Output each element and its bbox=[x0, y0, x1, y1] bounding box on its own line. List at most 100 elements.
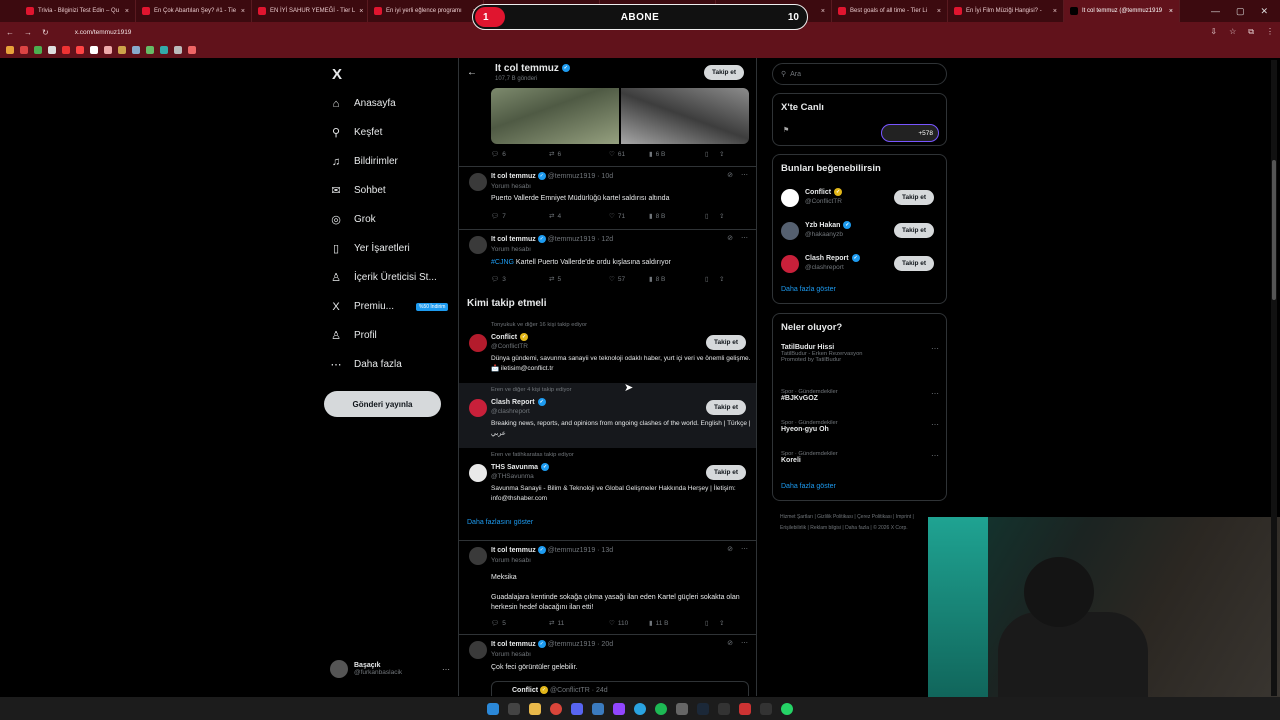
share-icon[interactable]: ⇪ bbox=[719, 212, 724, 220]
bookmark-icon[interactable] bbox=[6, 46, 14, 54]
menu-icon[interactable]: ⋮ bbox=[1266, 27, 1274, 37]
forward-icon[interactable]: → bbox=[24, 28, 32, 37]
footer-link[interactable]: Reklam bilgisi bbox=[810, 525, 841, 531]
show-more-link[interactable]: Daha fazla göster bbox=[781, 483, 836, 490]
close-window-icon[interactable]: ✕ bbox=[1260, 6, 1268, 17]
show-more-link[interactable]: Daha fazla göster bbox=[781, 286, 836, 293]
close-tab-icon[interactable]: × bbox=[359, 8, 363, 15]
folder-icon[interactable] bbox=[529, 702, 541, 715]
browser-tab[interactable]: Trivia - Bilginizi Test Edin – Qu × bbox=[20, 0, 136, 22]
retweet-button[interactable]: ⇄ 5 bbox=[549, 275, 609, 284]
obs-icon[interactable] bbox=[718, 702, 730, 715]
more-icon[interactable]: ⋯ bbox=[442, 665, 450, 674]
live-avatars[interactable]: +578 bbox=[881, 124, 939, 142]
more-icon[interactable]: ⋯ bbox=[741, 171, 748, 179]
sidebar-item-x-logo[interactable]: X Premiu... %50 İndirim bbox=[324, 292, 452, 321]
bookmark-icon[interactable]: ▯ bbox=[705, 150, 719, 158]
tweet[interactable]: It col temmuz ✓ @temmuz1919 · 13d ⊘ ⋯ Yor… bbox=[459, 540, 756, 634]
x-logo-icon[interactable]: X bbox=[332, 66, 342, 83]
bookmark-icon[interactable]: ▯ bbox=[705, 275, 719, 283]
grok-icon[interactable]: ⊘ bbox=[727, 545, 733, 553]
bookmark-icon[interactable]: ▯ bbox=[705, 212, 719, 220]
close-tab-icon[interactable]: × bbox=[821, 8, 825, 15]
windows-icon[interactable] bbox=[487, 702, 499, 715]
follow-button[interactable]: Takip et bbox=[704, 65, 745, 80]
download-icon[interactable]: ⇩ bbox=[1210, 27, 1217, 37]
retweet-button[interactable]: ⇄ 6 bbox=[549, 150, 609, 159]
star-icon[interactable]: ☆ bbox=[1229, 27, 1236, 37]
browser-tab[interactable]: En iyi yerli eğlence programı× bbox=[368, 0, 484, 22]
sidebar-item-more[interactable]: ⋯ Daha fazla bbox=[324, 350, 452, 379]
close-tab-icon[interactable]: × bbox=[937, 8, 941, 15]
live-card[interactable]: X'te Canlı ⚑ +578 bbox=[772, 93, 947, 146]
footer-link[interactable]: Daha fazla bbox=[845, 525, 869, 531]
follow-button[interactable]: Takip et bbox=[894, 256, 935, 271]
spotify-icon[interactable] bbox=[655, 702, 667, 715]
like-button[interactable]: ♡ 57 bbox=[609, 275, 649, 284]
media-image[interactable] bbox=[621, 88, 749, 144]
post-button[interactable]: Gönderi yayınla bbox=[324, 391, 441, 417]
follow-button[interactable]: Takip et bbox=[894, 190, 935, 205]
bookmark-icon[interactable] bbox=[104, 46, 112, 54]
footer-link[interactable]: Çerez Politikası bbox=[857, 514, 892, 520]
footer-link[interactable]: Imprint bbox=[896, 514, 911, 520]
more-icon[interactable]: ⋯ bbox=[931, 344, 939, 353]
bookmark-icon[interactable] bbox=[188, 46, 196, 54]
telegram-icon[interactable] bbox=[634, 702, 646, 715]
maximize-icon[interactable]: ▢ bbox=[1236, 6, 1245, 17]
app-icon[interactable] bbox=[676, 702, 688, 715]
like-button[interactable]: ♡ 110 bbox=[609, 619, 649, 628]
browser-tab[interactable]: It col temmuz (@temmuz1919 × bbox=[1064, 0, 1180, 22]
sidebar-item-profile[interactable]: ♙ Profil bbox=[324, 321, 452, 350]
discord-icon[interactable] bbox=[571, 702, 583, 715]
grok-icon[interactable]: ⊘ bbox=[727, 639, 733, 647]
share-icon[interactable]: ⇪ bbox=[719, 150, 724, 158]
close-tab-icon[interactable]: × bbox=[241, 8, 245, 15]
more-icon[interactable]: ⋯ bbox=[931, 420, 939, 429]
bookmark-icon[interactable] bbox=[90, 46, 98, 54]
share-icon[interactable]: ⇪ bbox=[719, 275, 724, 283]
minimize-icon[interactable]: — bbox=[1211, 6, 1220, 17]
bookmark-icon[interactable] bbox=[48, 46, 56, 54]
more-icon[interactable]: ⋯ bbox=[931, 389, 939, 398]
tweet-menu[interactable]: ⊘ ⋯ bbox=[727, 639, 748, 647]
follow-button[interactable]: Takip et bbox=[706, 465, 747, 480]
trend-item[interactable]: Spor · Gündemdekiler #BJKvGOZ ⋯ bbox=[781, 389, 941, 402]
tweet-media[interactable] bbox=[491, 88, 749, 144]
browser-tab[interactable]: En Çok Abartılan Şey? #1 - Tie × bbox=[136, 0, 252, 22]
like-button[interactable]: ♡ 61 bbox=[609, 150, 649, 159]
bookmark-icon[interactable] bbox=[76, 46, 84, 54]
app-icon[interactable] bbox=[760, 702, 772, 715]
tweet-menu[interactable]: ⊘ ⋯ bbox=[727, 545, 748, 553]
footer-link[interactable]: Erişilebilirlik bbox=[780, 525, 806, 531]
bookmark-icon[interactable] bbox=[118, 46, 126, 54]
close-tab-icon[interactable]: × bbox=[125, 8, 129, 15]
recommend-item[interactable]: Yzb Hakan ✓ @hakaanyzb Takip et bbox=[781, 220, 941, 242]
chrome-icon[interactable] bbox=[550, 702, 562, 715]
bookmark-icon[interactable] bbox=[20, 46, 28, 54]
trend-item[interactable]: Spor · Gündemdekiler Koreli ⋯ bbox=[781, 451, 941, 464]
bookmark-icon[interactable] bbox=[62, 46, 70, 54]
back-arrow-icon[interactable]: ← bbox=[467, 67, 477, 78]
retweet-button[interactable]: ⇄ 11 bbox=[549, 619, 609, 628]
sidebar-item-grok[interactable]: ◎ Grok bbox=[324, 205, 452, 234]
tweet[interactable]: It col temmuz ✓ @temmuz1919 · 10d ⊘ ⋯ Yorum… bbox=[459, 166, 756, 229]
reload-icon[interactable]: ↻ bbox=[42, 28, 49, 37]
search-icon[interactable] bbox=[508, 702, 520, 715]
footer-link[interactable]: Hizmet Şartları bbox=[780, 514, 813, 520]
like-button[interactable]: ♡ 71 bbox=[609, 212, 649, 221]
follow-suggestion[interactable]: Tonyukuk ve diğer 16 kişi takip ediyor Co… bbox=[459, 318, 756, 383]
app-icon[interactable] bbox=[739, 702, 751, 715]
tweet[interactable]: It col temmuz ✓ @temmuz1919 · 12d ⊘ ⋯ Yorum… bbox=[459, 229, 756, 292]
close-tab-icon[interactable]: × bbox=[1169, 8, 1173, 15]
recommend-item[interactable]: Conflict ✓ @ConflictTR Takip et bbox=[781, 187, 941, 209]
more-icon[interactable]: ⋯ bbox=[741, 234, 748, 242]
app-icon[interactable] bbox=[592, 702, 604, 715]
browser-tab[interactable]: Best goals of all time - Tier Li × bbox=[832, 0, 948, 22]
grok-icon[interactable]: ⊘ bbox=[727, 171, 733, 179]
show-more-link[interactable]: Daha fazlasını göster bbox=[467, 519, 533, 526]
reply-button[interactable]: 💬︎ 7 bbox=[491, 212, 549, 221]
reply-button[interactable]: 💬︎ 3 bbox=[491, 275, 549, 284]
more-icon[interactable]: ⋯ bbox=[741, 639, 748, 647]
more-icon[interactable]: ⋯ bbox=[931, 451, 939, 460]
